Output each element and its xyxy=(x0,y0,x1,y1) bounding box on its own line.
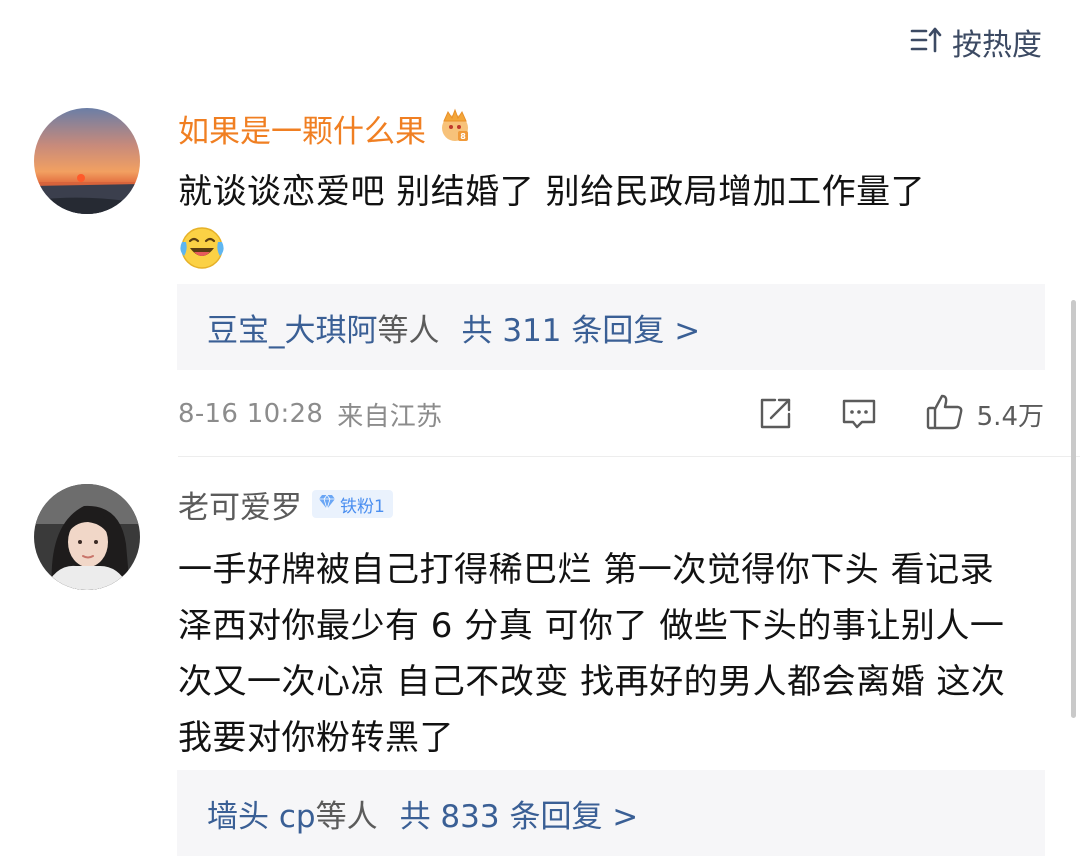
replies-summary[interactable]: 墙头 cp 等人 共 833 条回复 > xyxy=(177,770,1045,856)
avatar[interactable] xyxy=(34,108,140,214)
comment-divider xyxy=(178,456,1080,457)
comment-source: 来自江苏 xyxy=(337,401,443,432)
reply-users-suffix: 等人 xyxy=(377,312,440,349)
avatar[interactable] xyxy=(34,484,140,590)
scrollbar[interactable] xyxy=(1071,300,1076,718)
like-button[interactable]: 5.4万 xyxy=(925,393,1044,435)
username[interactable]: 老可爱罗 xyxy=(178,482,302,527)
laughing-crying-emoji xyxy=(178,224,1046,274)
sort-label: 按热度 xyxy=(952,28,1042,63)
reply-count-link[interactable]: 共 311 条回复 > xyxy=(462,305,701,350)
comment-time: 8-16 10:28 xyxy=(178,399,324,429)
reply-users[interactable]: 墙头 cp xyxy=(207,791,316,836)
comment-text: 就谈谈恋爱吧 别结婚了 别给民政局增加工作量了 xyxy=(178,172,926,212)
fan-badge-label: 铁粉1 xyxy=(340,496,385,517)
like-count: 5.4万 xyxy=(976,401,1044,432)
reply-count-link[interactable]: 共 833 条回复 > xyxy=(400,791,639,836)
sort-by-heat-button[interactable]: 按热度 xyxy=(910,20,1042,64)
thumbs-up-icon xyxy=(925,393,965,435)
comment-meta: 8-16 10:28 来自江苏 5.4万 xyxy=(178,394,1044,434)
comment-icon[interactable] xyxy=(841,396,877,432)
vip-crown-icon: 8 xyxy=(436,107,474,149)
svg-text:8: 8 xyxy=(460,132,466,141)
sort-icon xyxy=(910,25,944,59)
reply-users[interactable]: 豆宝_大琪阿 xyxy=(207,305,378,350)
reply-users-suffix: 等人 xyxy=(315,798,378,835)
comment-text: 一手好牌被自己打得稀巴烂 第一次觉得你下头 看记录泽西对你最少有 6 分真 可你… xyxy=(178,550,1006,758)
diamond-icon xyxy=(318,493,336,515)
replies-summary[interactable]: 豆宝_大琪阿 等人 共 311 条回复 > xyxy=(177,284,1045,370)
fan-badge: 铁粉1 xyxy=(312,490,393,518)
share-icon[interactable] xyxy=(757,396,793,432)
username[interactable]: 如果是一颗什么果 xyxy=(178,106,426,151)
